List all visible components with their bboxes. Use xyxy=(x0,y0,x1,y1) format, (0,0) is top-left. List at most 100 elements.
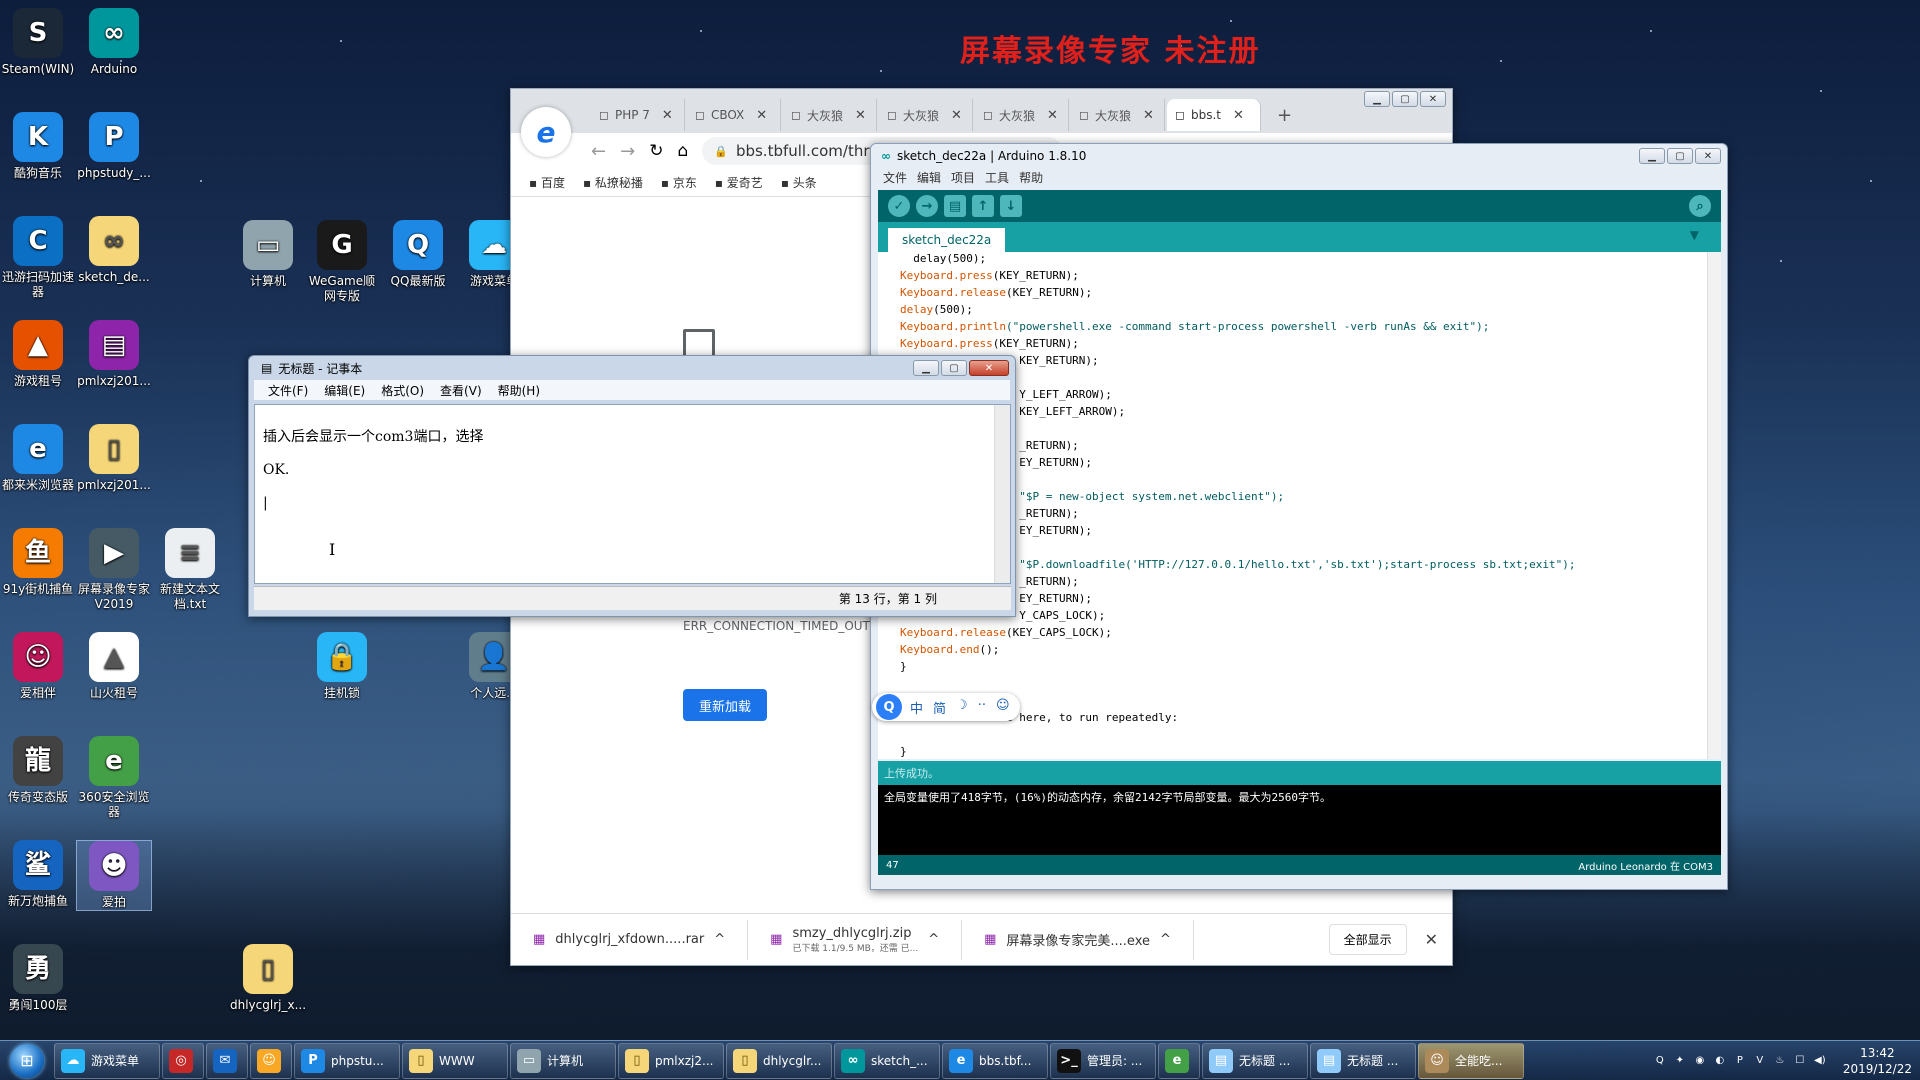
tab-close-icon[interactable]: ✕ xyxy=(1233,108,1244,123)
browser-tab[interactable]: ◻ 大灰狼 ✕ xyxy=(783,99,877,131)
tray-icon[interactable]: ✦ xyxy=(1673,1054,1687,1068)
desktop-icon[interactable]: Pphpstudy_... xyxy=(76,112,152,181)
clock[interactable]: 13:42 2019/12/22 xyxy=(1835,1045,1920,1077)
bookmark-item[interactable]: ▪ 私撩秘播 xyxy=(583,174,643,191)
browser-tab[interactable]: ◻ PHP 7 ✕ xyxy=(591,99,685,131)
open-sketch-icon[interactable]: ↑ xyxy=(972,195,994,217)
taskbar-item[interactable]: Pphpstu... xyxy=(294,1042,400,1079)
chevron-up-icon[interactable]: ^ xyxy=(928,932,939,947)
close-button[interactable]: ✕ xyxy=(1420,91,1446,107)
tab-close-icon[interactable]: ✕ xyxy=(662,108,673,123)
browser-tab[interactable]: ◻ 大灰狼 ✕ xyxy=(879,99,973,131)
maximize-button[interactable]: ▢ xyxy=(1392,91,1418,107)
menu-item[interactable]: 查看(V) xyxy=(440,382,482,399)
desktop-icon[interactable]: ▲ 山火租号 xyxy=(76,632,152,701)
browser-tab[interactable]: ◻ 大灰狼 ✕ xyxy=(1071,99,1165,131)
desktop-icon[interactable]: e 360安全浏览器 xyxy=(76,736,152,820)
menu-item[interactable]: 编辑(E) xyxy=(324,382,365,399)
tray-icon[interactable]: ◐ xyxy=(1713,1054,1727,1068)
taskbar-item[interactable]: ▤ 无标题 ... xyxy=(1202,1042,1308,1079)
bookmark-item[interactable]: ▪ 爱奇艺 xyxy=(715,174,763,191)
close-download-bar-icon[interactable]: ✕ xyxy=(1425,930,1438,949)
maximize-button[interactable]: ▢ xyxy=(941,360,967,376)
chevron-up-icon[interactable]: ^ xyxy=(1160,932,1171,947)
ime-option[interactable]: 中 xyxy=(910,698,923,717)
taskbar-item[interactable]: >_ 管理员: ... xyxy=(1050,1042,1156,1079)
desktop-icon[interactable]: ▤ pmlxzj201... xyxy=(76,320,152,389)
tab-close-icon[interactable]: ✕ xyxy=(1143,108,1154,123)
ime-option[interactable]: ☽ xyxy=(956,698,968,717)
desktop-icon[interactable]: G WeGame顺网专版 xyxy=(304,220,380,304)
menu-item[interactable]: 格式(O) xyxy=(381,382,424,399)
tray-icon[interactable]: ♨ xyxy=(1773,1054,1787,1068)
desktop-icon[interactable]: 🔒 挂机锁 xyxy=(304,632,380,701)
ime-logo-icon[interactable]: Q xyxy=(876,694,902,720)
taskbar-item[interactable]: ▤ 无标题 ... xyxy=(1310,1042,1416,1079)
desktop-icon[interactable]: S Steam(WIN) xyxy=(0,8,76,77)
taskbar-item[interactable]: ✉ xyxy=(206,1042,248,1079)
taskbar-item[interactable]: ☺ xyxy=(250,1042,292,1079)
editor-scrollbar[interactable] xyxy=(1707,252,1721,759)
reload-icon[interactable]: ↻ xyxy=(649,141,663,161)
desktop-icon[interactable]: ▯ dhlycglrj_x... xyxy=(230,944,306,1013)
download-item[interactable]: ▦ smzy_dhlycglrj.zip 已下载 1.1/9.5 MB，还需 已..… xyxy=(748,919,963,960)
tray-icon[interactable]: V xyxy=(1753,1054,1767,1068)
menu-item[interactable]: 帮助(H) xyxy=(498,382,540,399)
taskbar-item[interactable]: ☁ 游戏菜单 xyxy=(54,1042,160,1079)
serial-monitor-icon[interactable]: ⌕ xyxy=(1689,195,1711,217)
menu-item[interactable]: 文件(F) xyxy=(268,382,308,399)
desktop-icon[interactable]: ▯ pmlxzj201... xyxy=(76,424,152,493)
taskbar-item[interactable]: e xyxy=(1158,1042,1200,1079)
desktop-icon[interactable]: ≡ 新建文本文档.txt xyxy=(152,528,228,612)
taskbar-item[interactable]: ▭ 计算机 xyxy=(510,1042,616,1079)
back-icon[interactable]: ← xyxy=(591,141,606,162)
desktop-icon[interactable]: 鱼 91y街机捕鱼 xyxy=(0,528,76,597)
desktop-icon[interactable]: Q QQ最新版 xyxy=(380,220,456,289)
start-button[interactable]: ⊞ xyxy=(0,1041,54,1080)
browser-tab[interactable]: ◻ CBOX ✕ xyxy=(687,99,781,131)
taskbar-item[interactable]: ◎ xyxy=(162,1042,204,1079)
download-item[interactable]: ▦ 屏幕录像专家完美....exe ^ xyxy=(962,919,1194,960)
desktop-icon[interactable]: ▲ 游戏租号 xyxy=(0,320,76,389)
sketch-tab[interactable]: sketch_dec22a xyxy=(888,228,1006,252)
ime-option[interactable]: ·· xyxy=(978,698,986,717)
minimize-button[interactable]: ▁ xyxy=(1364,91,1390,107)
maximize-button[interactable]: ▢ xyxy=(1667,148,1693,164)
show-all-downloads-button[interactable]: 全部显示 xyxy=(1328,924,1407,955)
desktop-icon[interactable]: C 迅游扫码加速器 xyxy=(0,216,76,300)
tab-close-icon[interactable]: ✕ xyxy=(855,108,866,123)
menu-item[interactable]: 文件 xyxy=(883,169,907,186)
tray-icon[interactable]: Q xyxy=(1653,1054,1667,1068)
forward-icon[interactable]: → xyxy=(620,141,635,162)
tray-icon[interactable]: ◀) xyxy=(1813,1054,1827,1068)
menu-item[interactable]: 帮助 xyxy=(1019,169,1043,186)
upload-icon[interactable]: → xyxy=(916,195,938,217)
new-tab-button[interactable]: + xyxy=(1269,99,1300,131)
desktop-icon[interactable]: K 酷狗音乐 xyxy=(0,112,76,181)
menu-item[interactable]: 工具 xyxy=(985,169,1009,186)
download-item[interactable]: ▦ dhlycglrj_xfdown.....rar ^ xyxy=(511,919,749,960)
taskbar-item[interactable]: ▯ WWW xyxy=(402,1042,508,1079)
taskbar-item[interactable]: ☺ 全能吃... xyxy=(1418,1042,1524,1079)
menu-item[interactable]: 项目 xyxy=(951,169,975,186)
browser-tab[interactable]: ◻ bbs.t ✕ xyxy=(1167,99,1261,131)
save-sketch-icon[interactable]: ↓ xyxy=(1000,195,1022,217)
tab-close-icon[interactable]: ✕ xyxy=(951,108,962,123)
notepad-text-area[interactable]: 插入后会显示一个com3端口，选择 OK. | I xyxy=(254,404,1011,584)
close-button[interactable]: ✕ xyxy=(969,360,1009,376)
minimize-button[interactable]: ▁ xyxy=(913,360,939,376)
bookmark-item[interactable]: ▪ 京东 xyxy=(661,174,697,191)
menu-item[interactable]: 编辑 xyxy=(917,169,941,186)
tab-menu-icon[interactable]: ▼ xyxy=(1690,228,1699,242)
verify-icon[interactable]: ✓ xyxy=(888,195,910,217)
tab-close-icon[interactable]: ✕ xyxy=(756,108,767,123)
desktop-icon[interactable]: 勇勇闯100层 xyxy=(0,944,76,1013)
ime-toolbar[interactable]: Q 中简 ☽ ·· ☺ xyxy=(872,693,1020,721)
chevron-up-icon[interactable]: ^ xyxy=(714,932,725,947)
taskbar-item[interactable]: e bbs.tbf... xyxy=(942,1042,1048,1079)
desktop-icon[interactable]: 龍传奇变态版 xyxy=(0,736,76,805)
tray-icon[interactable]: P xyxy=(1733,1054,1747,1068)
notepad-scrollbar[interactable] xyxy=(994,405,1010,583)
reload-button[interactable]: 重新加载 xyxy=(683,689,767,721)
taskbar-item[interactable]: ▯ dhlycglr... xyxy=(726,1042,832,1079)
